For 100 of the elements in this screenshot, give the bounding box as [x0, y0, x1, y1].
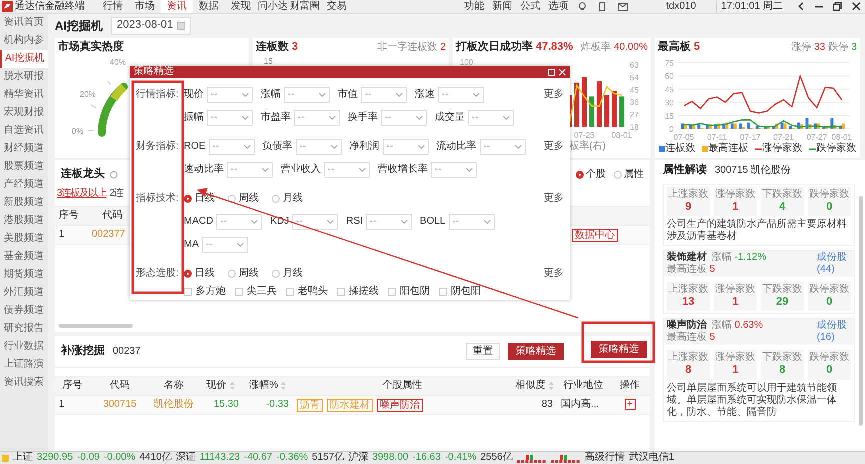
status-text: 武汉电信1 — [628, 452, 674, 464]
field-label: 市盈率 — [261, 112, 291, 124]
stat-label: 炸板率 — [581, 42, 612, 54]
axis-label: 75 — [665, 59, 674, 68]
card-title: 连板数 — [256, 41, 289, 54]
field-label: RSI — [346, 216, 364, 228]
table-cell-text: 1 — [58, 229, 66, 241]
change-text: 涨幅 0.63% — [712, 320, 764, 332]
column-header: 相似度 — [516, 380, 546, 392]
checkbox-label: 老鸭头 — [298, 286, 328, 298]
index-amount: 2556亿 — [480, 452, 513, 464]
axis-label: 27 — [630, 110, 639, 120]
stat-label: 涨停家数 — [714, 284, 756, 296]
index-value: -40.67 — [244, 452, 272, 464]
gauge-label: 40% — [110, 58, 126, 67]
index-name: 深证 — [176, 452, 196, 464]
stat-label: 上涨家数 — [668, 284, 710, 296]
checkbox-label: 阳包阴 — [400, 286, 430, 298]
field-label: MA — [184, 239, 199, 251]
field-label: MACD — [184, 216, 214, 228]
table-cell-text: 002377 — [91, 229, 126, 241]
stat-label: 下跌家数 — [762, 352, 804, 364]
field-label: 涨速 — [415, 89, 435, 101]
card-value: 5 — [694, 41, 700, 54]
index-value: -16.63 — [412, 452, 441, 464]
axis-label: 60 — [665, 72, 674, 82]
stat-value: 13 — [681, 296, 696, 310]
stat-value: 1 — [731, 201, 740, 214]
stat-value: 40.00% — [614, 42, 648, 54]
radio-label: 周线 — [239, 268, 259, 280]
stat-label: 涨停家数 — [714, 352, 756, 364]
dialog-title: 策略精选 — [134, 66, 174, 78]
checkbox-label: 阴包阳 — [451, 286, 481, 298]
group-label: 指标技术: — [136, 192, 180, 206]
axis-label: 63 — [630, 61, 639, 70]
card-value: 47.83% — [536, 41, 574, 54]
column-header: 涨幅% — [250, 380, 278, 392]
index-value: -0.41% — [444, 452, 477, 464]
group-label: 形态选股: — [136, 266, 180, 281]
page-title: AI挖掘机 — [55, 18, 103, 34]
stat-value: 9 — [684, 201, 693, 214]
index-name: 沪深 — [348, 452, 368, 464]
column-header: 代码 — [110, 380, 130, 392]
table-cell-text: 15.30 — [212, 399, 240, 411]
stat-value: 0 — [825, 201, 834, 214]
field-label: 现价 — [184, 89, 204, 101]
clock-text: 17:01:01 周二 — [716, 0, 787, 12]
stat-label: 跌停家数 — [808, 284, 850, 296]
column-header: 行业地位 — [564, 380, 604, 392]
index-value: -0.09 — [77, 452, 100, 464]
radio-label: 个股 — [586, 169, 606, 181]
legend-label: 涨停家数 — [762, 143, 802, 155]
status-text: 高级行情 — [584, 452, 625, 464]
column-header: 个股属性 — [382, 380, 422, 392]
index-value: -0.36% — [276, 452, 308, 464]
limit-text: 最高连板 5 — [667, 332, 716, 344]
stat-label: 下跌家数 — [762, 189, 804, 201]
limit-text: 最高连板 5 — [667, 264, 716, 276]
checkbox-label: 多方炮 — [196, 286, 226, 298]
axis-label: 18 — [630, 123, 639, 132]
axis-label: 36 — [630, 98, 639, 108]
index-amount: 4410亿 — [140, 452, 172, 464]
radio-label: 月线 — [283, 193, 303, 205]
field-label: 换手率 — [348, 112, 378, 124]
axis-label: 07-27 — [806, 133, 828, 142]
panel-title: 属性解读 — [663, 164, 707, 178]
axis-label: 07-17 — [740, 133, 761, 142]
axis-label: 15 — [264, 57, 273, 67]
stat-value: 0 — [825, 296, 834, 310]
table-cell-text: 83 — [540, 399, 554, 411]
stat-value: 4 — [778, 201, 787, 214]
stat-label: 下跌家数 — [762, 284, 804, 296]
stat-label: 跌停 — [828, 42, 848, 54]
gauge-label: 20% — [80, 90, 96, 99]
app-title: 通达信金融终端 — [15, 0, 85, 12]
legend-label: 连板数 — [666, 143, 696, 155]
index-amount: 5157亿 — [312, 452, 344, 464]
stat-label: 涨停 — [791, 42, 812, 54]
legend-label: 最高连板 — [708, 143, 748, 155]
axis-label: 08-01 — [832, 133, 852, 142]
panel-title: 补涨挖掘 — [61, 344, 105, 358]
axis-label: 08-01 — [612, 131, 632, 140]
stat-value: 33 — [814, 42, 826, 54]
field-label: 净利润 — [350, 141, 380, 153]
stat-value: 8 — [684, 364, 693, 378]
field-label: 速动比率 — [184, 164, 224, 176]
axis-label: 45 — [665, 85, 674, 94]
table-cell-text: 300715 — [102, 399, 138, 411]
index-value: 11143.23 — [200, 452, 240, 464]
field-label: BOLL — [420, 216, 446, 228]
field-label: 营业收入 — [281, 164, 321, 176]
stat-value: 3 — [851, 42, 857, 54]
field-label: 负债率 — [262, 141, 293, 153]
field-label: ROE — [184, 141, 206, 153]
stat-value: 8 — [778, 364, 787, 378]
column-header: 代码 — [102, 210, 124, 222]
stock-code: 00237 — [113, 346, 141, 358]
axis-label: 45 — [630, 86, 639, 95]
column-header: 现价 — [206, 380, 226, 392]
stat-label: 跌停家数 — [808, 189, 850, 201]
